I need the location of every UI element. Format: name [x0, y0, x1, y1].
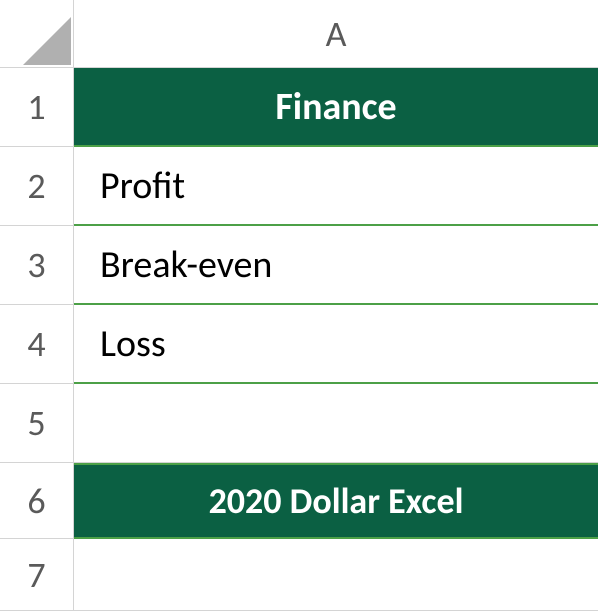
- select-all-corner[interactable]: [0, 0, 74, 68]
- cell-A5[interactable]: [74, 384, 598, 463]
- spreadsheet-grid: A 1 Finance 2 Profit 3 Break-even 4 Loss…: [0, 0, 608, 611]
- cell-A6[interactable]: 2020 Dollar Excel: [74, 463, 598, 539]
- row-header-2[interactable]: 2: [0, 147, 74, 226]
- row-header-6[interactable]: 6: [0, 463, 74, 539]
- cell-A7[interactable]: [74, 539, 598, 611]
- cell-A2[interactable]: Profit: [74, 147, 598, 226]
- row-header-7[interactable]: 7: [0, 539, 74, 611]
- cell-A4[interactable]: Loss: [74, 305, 598, 384]
- row-header-1[interactable]: 1: [0, 68, 74, 147]
- row-header-5[interactable]: 5: [0, 384, 74, 463]
- cell-A1[interactable]: Finance: [74, 68, 598, 147]
- column-header-A[interactable]: A: [74, 0, 598, 68]
- row-header-3[interactable]: 3: [0, 226, 74, 305]
- cell-A3[interactable]: Break-even: [74, 226, 598, 305]
- row-header-4[interactable]: 4: [0, 305, 74, 384]
